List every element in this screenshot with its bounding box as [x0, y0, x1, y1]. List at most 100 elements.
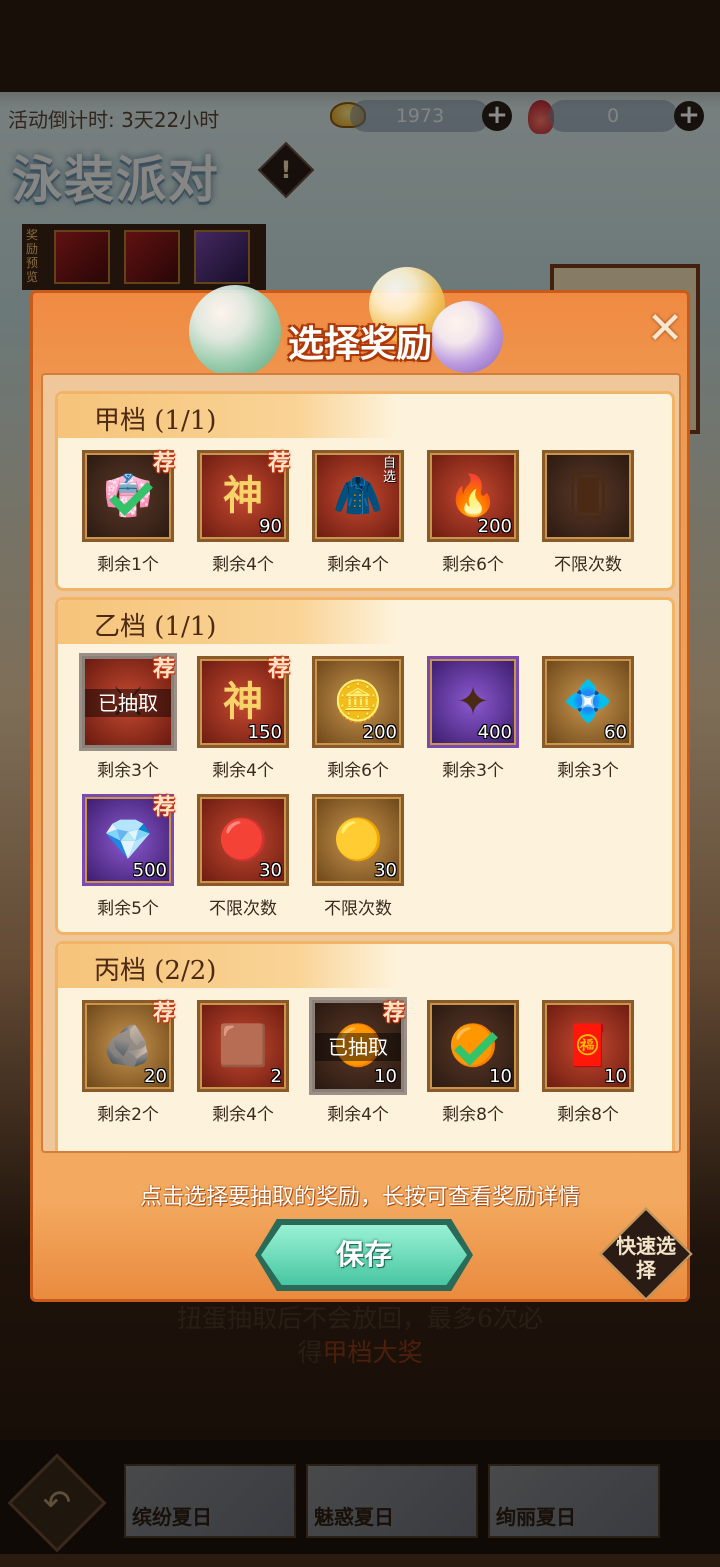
remaining-count: 剩余4个 — [327, 1105, 389, 1125]
reward-slot[interactable]: 🟡 30 不限次数 — [312, 794, 404, 919]
item-quantity: 20 — [144, 1066, 167, 1087]
remaining-count: 剩余4个 — [212, 1105, 274, 1125]
drawn-label: 已抽取 — [85, 689, 171, 717]
red-stone-icon: 🔴 — [218, 817, 268, 863]
reward-slot[interactable]: 神 150 荐剩余4个 — [197, 656, 290, 781]
item-quantity: 2 — [270, 1066, 282, 1087]
recommended-badge: 荐 — [267, 657, 290, 682]
cloud-coin-icon: 🟡 — [333, 817, 383, 863]
remaining-count: 剩余4个 — [212, 555, 274, 575]
tier-title: 甲档 (1/1) — [94, 406, 217, 436]
tier-bing: 丙档 (2/2) 🪨 20 荐剩余2个 🟫 2 剩余4个 🟠 已抽取 10 荐剩余4个 🟠 10 剩余8… — [55, 941, 675, 1151]
quick-select-button[interactable]: 快速选择 — [599, 1207, 693, 1301]
remaining-count: 剩余2个 — [97, 1105, 159, 1125]
reward-item-box[interactable]: 💎 500 荐 — [82, 794, 175, 886]
item-quantity: 30 — [374, 860, 397, 881]
purple-crystal-icon: 💎 — [103, 817, 153, 863]
reward-slot[interactable]: 🔥 200 剩余6个 — [427, 450, 519, 575]
tier-yi: 乙档 (1/1) ⚔ 已抽取荐剩余3个神 150 荐剩余4个 🪙 200 剩余6个 ✦ 400 剩… — [55, 597, 675, 935]
remaining-count: 剩余3个 — [97, 761, 159, 781]
save-button[interactable]: 保存 — [261, 1225, 467, 1285]
tier-header: 乙档 (1/1) — [58, 600, 398, 644]
reward-item-box[interactable]: ✦ 400 — [427, 656, 519, 748]
selection-hint: 点击选择要抽取的奖励，长按可查看奖励详情 — [139, 1185, 580, 1210]
jade-ore-icon: 🪨 — [103, 1023, 153, 1069]
reward-slot[interactable]: ✦ 400 剩余3个 — [427, 656, 519, 781]
reward-item-box[interactable]: 🟡 30 — [312, 794, 404, 886]
reward-item-box[interactable]: 🟠 10 — [427, 1000, 519, 1092]
reward-item-box[interactable]: 🔥 200 — [427, 450, 519, 542]
close-icon[interactable]: ✕ — [645, 307, 685, 351]
drawn-label: 已抽取 — [315, 1033, 401, 1061]
reward-slot[interactable]: 🪙 200 剩余6个 — [312, 656, 404, 781]
reward-slot[interactable]: 💠 60 剩余3个 — [542, 656, 634, 781]
remaining-count: 剩余4个 — [327, 555, 389, 575]
purple-star-icon: ✦ — [456, 679, 490, 725]
remaining-count: 剩余4个 — [212, 761, 274, 781]
recommended-badge: 荐 — [152, 657, 175, 682]
recommended-badge: 荐 — [152, 795, 175, 820]
tier-header: 甲档 (1/1) — [58, 394, 398, 438]
reward-item-box[interactable]: ⚔ 已抽取荐 — [82, 656, 175, 748]
reward-slot[interactable]: 🔴 30 不限次数 — [197, 794, 289, 919]
item-quantity: 400 — [477, 722, 512, 743]
item-quantity: 500 — [132, 860, 167, 881]
recommended-badge: 荐 — [152, 451, 175, 476]
optional-chest-icon: 🧥 — [333, 473, 383, 519]
remaining-count: 剩余8个 — [442, 1105, 504, 1125]
remaining-count: 剩余6个 — [442, 555, 504, 575]
reward-item-box[interactable]: 🟠 已抽取 10 荐 — [312, 1000, 405, 1092]
gold-coin-icon: 🪙 — [333, 679, 383, 725]
reward-item-box[interactable]: 👘 荐 — [82, 450, 175, 542]
reward-item-box[interactable]: 神 150 荐 — [197, 656, 290, 748]
reward-slot[interactable]: 💎 500 荐剩余5个 — [82, 794, 175, 919]
recommended-badge: 荐 — [152, 1001, 175, 1026]
reward-slot[interactable]: 🧧 10 剩余8个 — [542, 1000, 634, 1125]
remaining-count: 剩余3个 — [442, 761, 504, 781]
tier-header: 丙档 (2/2) — [58, 944, 398, 988]
reward-item-box[interactable]: 🪨 20 荐 — [82, 1000, 175, 1092]
reward-slot[interactable]: 👘 荐剩余1个 — [82, 450, 175, 575]
reward-item-box[interactable]: 神 90 荐 — [197, 450, 290, 542]
recommended-badge: 荐 — [267, 451, 290, 476]
reward-item-box[interactable]: 🪙 200 — [312, 656, 404, 748]
reward-item-box[interactable]: 🂠 — [542, 450, 634, 542]
item-quantity: 150 — [247, 722, 282, 743]
reward-item-box[interactable]: 🧥 自选 — [312, 450, 404, 542]
reward-slot[interactable]: 神 90 荐剩余4个 — [197, 450, 290, 575]
item-quantity: 10 — [374, 1066, 397, 1087]
reward-slot[interactable]: 🪨 20 荐剩余2个 — [82, 1000, 175, 1125]
reward-slot[interactable]: 🟠 已抽取 10 荐剩余4个 — [312, 1000, 405, 1125]
select-reward-dialog: 选择奖励 ✕ 甲档 (1/1) 👘 荐剩余1个神 90 荐剩余4个 🧥 自选 剩余4个 🔥 20… — [30, 267, 693, 1302]
red-envelope-icon: 🧧 — [563, 1023, 613, 1069]
reward-slot[interactable]: 🧥 自选剩余4个 — [312, 450, 404, 575]
purple-gem-icon: 💠 — [563, 679, 613, 725]
item-quantity: 60 — [604, 722, 627, 743]
remaining-count: 剩余8个 — [557, 1105, 619, 1125]
reward-slot[interactable]: 🟫 2 剩余4个 — [197, 1000, 289, 1125]
remaining-count: 剩余1个 — [97, 555, 159, 575]
item-quantity: 200 — [362, 722, 397, 743]
reward-item-box[interactable]: 🔴 30 — [197, 794, 289, 886]
reward-item-box[interactable]: 🧧 10 — [542, 1000, 634, 1092]
reward-item-box[interactable]: 🟫 2 — [197, 1000, 289, 1092]
reward-slot[interactable]: ⚔ 已抽取荐剩余3个 — [82, 656, 175, 781]
item-quantity: 10 — [489, 1066, 512, 1087]
remaining-count: 不限次数 — [554, 555, 622, 575]
remaining-count: 剩余3个 — [557, 761, 619, 781]
item-quantity: 90 — [259, 516, 282, 537]
dialog-header: 选择奖励 ✕ — [33, 267, 687, 383]
reward-item-box[interactable]: 💠 60 — [542, 656, 634, 748]
optional-tag: 自选 — [383, 456, 397, 485]
item-quantity: 30 — [259, 860, 282, 881]
reward-slot[interactable]: 🂠 不限次数 — [542, 450, 634, 575]
dialog-title: 选择奖励 — [287, 323, 432, 365]
divine-token-icon: 神 — [223, 679, 263, 725]
tier-title: 乙档 (1/1) — [94, 612, 217, 642]
item-quantity: 200 — [477, 516, 512, 537]
reward-list[interactable]: 甲档 (1/1) 👘 荐剩余1个神 90 荐剩余4个 🧥 自选 剩余4个 🔥 200 剩余6个 🂠 不… — [41, 373, 681, 1153]
card-pack-icon: 🂠 — [567, 473, 609, 519]
reward-slot[interactable]: 🟠 10 剩余8个 — [427, 1000, 519, 1125]
item-quantity: 10 — [604, 1066, 627, 1087]
tier-title: 丙档 (2/2) — [94, 956, 217, 986]
